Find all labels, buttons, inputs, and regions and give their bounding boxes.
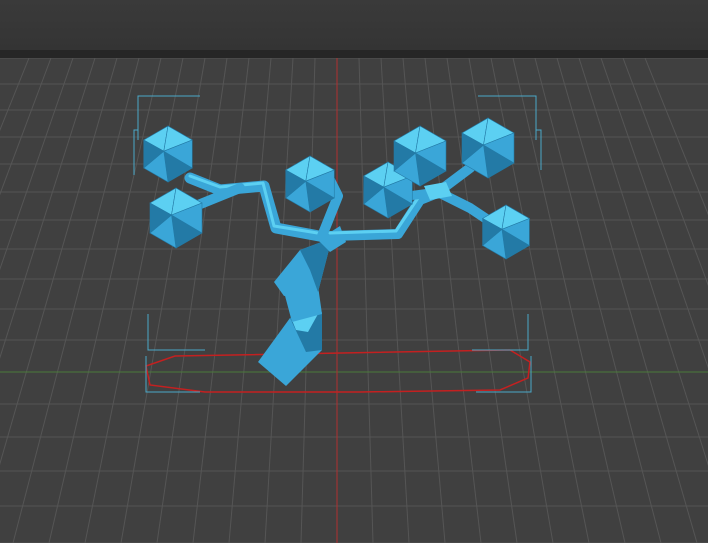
grid-line-v bbox=[380, 58, 410, 543]
grid-line-v bbox=[0, 58, 30, 132]
grid-line-v bbox=[0, 58, 52, 196]
toolbar-divider bbox=[0, 50, 708, 58]
grid-line-v bbox=[622, 58, 708, 286]
grid-line-v bbox=[228, 58, 272, 543]
grid-line-v bbox=[0, 58, 74, 271]
grid-line-v bbox=[600, 58, 708, 369]
grid-line-v bbox=[48, 58, 162, 543]
title-bar bbox=[0, 0, 708, 50]
3d-viewport[interactable] bbox=[0, 58, 708, 543]
grid-line-v bbox=[556, 58, 698, 543]
bbox-corner-bottom-left bbox=[145, 314, 205, 393]
trunk bbox=[258, 226, 346, 386]
grid-line-v bbox=[534, 58, 662, 543]
grid-line-v bbox=[192, 58, 250, 543]
grid-line-v bbox=[358, 58, 374, 543]
footprint-outline bbox=[145, 349, 531, 393]
leaf-node bbox=[149, 187, 203, 249]
app-window bbox=[0, 0, 708, 543]
build-plate-grid bbox=[0, 58, 708, 543]
scene-canvas[interactable] bbox=[0, 58, 708, 543]
grid-line-v bbox=[512, 58, 626, 543]
grid-line-v bbox=[12, 58, 140, 543]
